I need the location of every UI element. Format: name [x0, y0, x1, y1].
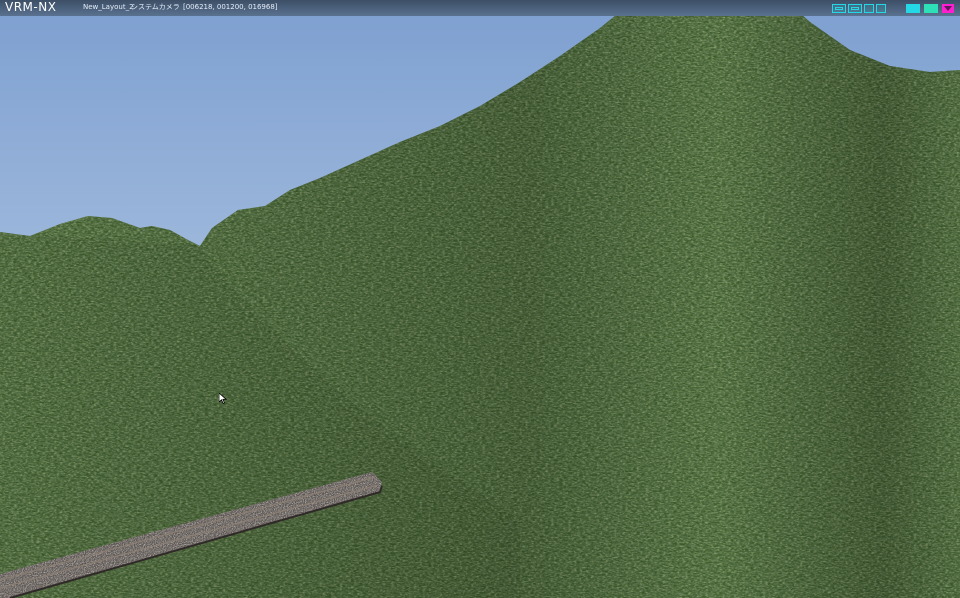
mouse-cursor-icon — [219, 393, 227, 405]
app-logo: VRM-NX — [5, 0, 57, 14]
3d-viewport[interactable]: VRM-NX New_Layout_2 システムカメラ [006218, 001… — [0, 0, 960, 598]
camera-icon[interactable] — [832, 4, 846, 13]
menu-dropdown-icon[interactable] — [942, 4, 954, 13]
layout-name: New_Layout_2 — [83, 3, 134, 11]
scene-render[interactable] — [0, 0, 960, 598]
camera-name: システムカメラ — [131, 3, 180, 11]
panel-icon[interactable] — [876, 4, 886, 13]
active-mode-icon[interactable] — [924, 4, 938, 13]
window-icon[interactable] — [906, 4, 920, 13]
frame-icon[interactable] — [864, 4, 874, 13]
title-bar: VRM-NX New_Layout_2 システムカメラ [006218, 001… — [0, 0, 960, 16]
layout-view-icon[interactable] — [848, 4, 862, 13]
camera-coordinates: [006218, 001200, 016968] — [183, 3, 278, 11]
